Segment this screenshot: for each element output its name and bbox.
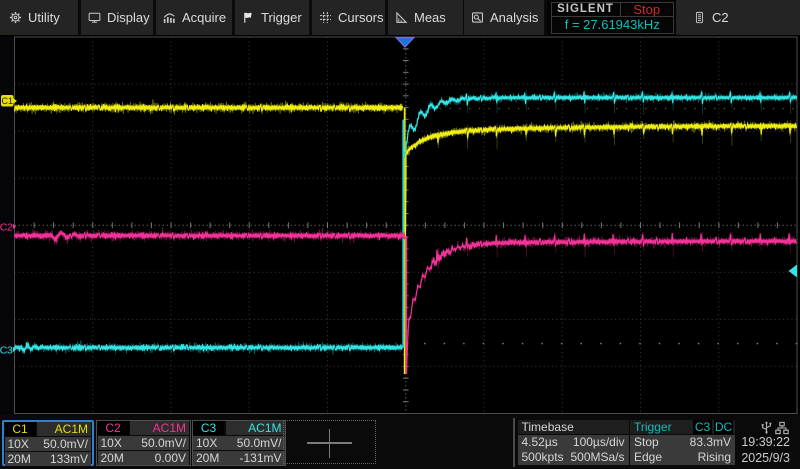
svg-text:C1: C1 [2, 96, 14, 106]
svg-text:C2: C2 [0, 221, 13, 233]
svg-text:C3: C3 [0, 344, 13, 356]
